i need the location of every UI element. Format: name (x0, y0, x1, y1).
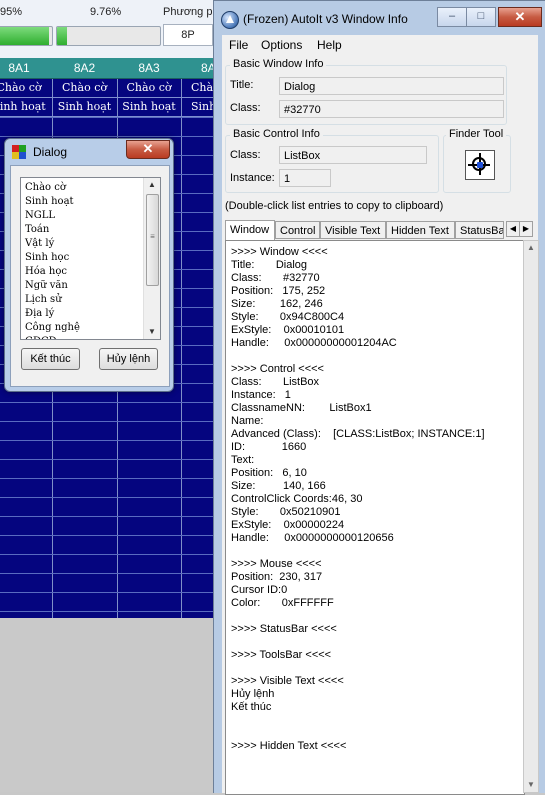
crosshair-target-icon[interactable] (465, 150, 495, 180)
class-label: Class: (230, 102, 261, 114)
subject-listbox[interactable]: Chào cờ Sinh hoạt NGLL Toán Vật lý Sinh học Hó… (20, 177, 161, 340)
progress-percent-2: 9.76% (90, 6, 122, 18)
scroll-down-icon[interactable]: ▼ (144, 325, 160, 339)
progress-percent-1: 95% (0, 6, 23, 18)
control-class-label: Class: (230, 149, 261, 161)
scroll-down-icon[interactable]: ▼ (524, 778, 538, 792)
cancel-button[interactable]: Hủy lệnh (99, 348, 158, 370)
autoit-window-info[interactable]: (Frozen) AutoIt v3 Window Info – □ ✕ Fil… (213, 0, 545, 795)
list-item[interactable]: Lịch sử (25, 293, 62, 307)
column-header[interactable]: 8A1 (0, 58, 52, 79)
basic-control-info-group: Basic Control Info Class: ListBox Instan… (225, 128, 439, 193)
tab-strip: Window Control Visible Text Hidden Text … (225, 220, 535, 240)
timetable-cell[interactable]: Sinh hoạt (117, 98, 181, 117)
grid-row-line (0, 516, 220, 517)
period-field[interactable]: 8P (163, 24, 213, 46)
class-value-field[interactable]: #32770 (279, 100, 504, 118)
tab-window[interactable]: Window (225, 220, 275, 240)
grid-row-line (0, 535, 220, 536)
progress-fill-2 (57, 27, 68, 45)
menu-file[interactable]: File (229, 38, 248, 52)
list-item[interactable]: Vật lý (25, 237, 54, 251)
list-item[interactable]: Hóa học (25, 265, 67, 279)
grid-row-line (0, 592, 220, 593)
basic-window-info-group: Basic Window Info Title: Dialog Class: #… (225, 58, 507, 125)
timetable-cell[interactable]: Chào cờ (52, 79, 117, 98)
control-class-field[interactable]: ListBox (279, 146, 427, 164)
list-item[interactable]: Địa lý (25, 307, 54, 321)
group-label: Basic Window Info (230, 58, 327, 70)
list-item[interactable]: Toán (25, 223, 49, 237)
list-item[interactable]: Chào cờ (25, 181, 66, 195)
timetable-cell[interactable]: Chào cờ (117, 79, 181, 98)
listbox-scrollbar[interactable]: ▲ ≡ ▼ (143, 178, 160, 339)
title-value-field[interactable]: Dialog (279, 77, 504, 95)
progress-fill-1 (0, 27, 50, 45)
tab-scroll-right-icon[interactable]: ▶ (519, 221, 533, 237)
grid-row-line (0, 554, 220, 555)
grid-row-line (0, 459, 220, 460)
list-item[interactable]: Sinh học (25, 251, 69, 265)
colored-squares-icon (12, 145, 26, 159)
grid-row-line (0, 478, 220, 479)
details-text-area[interactable]: >>>> Window <<<< Title: Dialog Class: #3… (225, 240, 525, 795)
group-label: Basic Control Info (230, 128, 323, 140)
close-button[interactable]: ✕ (498, 7, 542, 27)
tab-statusbar[interactable]: StatusBa (455, 221, 504, 239)
grid-row-line (0, 402, 220, 403)
grid-row-line (0, 573, 220, 574)
grid-row-line (0, 611, 220, 612)
list-item[interactable]: GDCD (25, 335, 57, 339)
instance-field[interactable]: 1 (279, 169, 331, 187)
title-label: Title: (230, 79, 254, 91)
scroll-up-icon[interactable]: ▲ (144, 178, 160, 192)
scroll-thumb[interactable]: ≡ (146, 194, 159, 286)
menu-help[interactable]: Help (317, 38, 342, 52)
tab-scroll-left-icon[interactable]: ◀ (506, 221, 520, 237)
grid-row-line (0, 421, 220, 422)
autoit-titlebar[interactable]: (Frozen) AutoIt v3 Window Info – □ ✕ (214, 1, 545, 35)
column-header[interactable]: 8A2 (52, 58, 117, 79)
tab-visible-text[interactable]: Visible Text (320, 221, 386, 239)
details-text[interactable]: >>>> Window <<<< Title: Dialog Class: #3… (231, 246, 485, 753)
copy-hint: (Double-click list entries to copy to cl… (225, 200, 444, 212)
maximize-button[interactable]: □ (466, 7, 496, 27)
tab-control[interactable]: Control (275, 221, 320, 239)
list-item[interactable]: NGLL (25, 209, 55, 223)
progress-bar-1 (0, 26, 53, 46)
minimize-button[interactable]: – (437, 7, 467, 27)
details-scrollbar[interactable]: ▲ ▼ (523, 240, 539, 793)
dialog-close-button[interactable]: ✕ (126, 140, 170, 159)
grid-row-line (0, 497, 220, 498)
autoit-title: (Frozen) AutoIt v3 Window Info (243, 12, 408, 26)
timetable-cell[interactable]: Sinh hoạt (52, 98, 117, 117)
finish-button[interactable]: Kết thúc (21, 348, 80, 370)
progress-bar-2 (56, 26, 161, 46)
timetable-cell[interactable]: Chào cờ (0, 79, 52, 98)
grid-row-line (0, 117, 220, 118)
dialog-client-area: Chào cờ Sinh hoạt NGLL Toán Vật lý Sinh học Hó… (10, 165, 170, 387)
tab-hidden-text[interactable]: Hidden Text (386, 221, 455, 239)
dialog-title: Dialog (33, 145, 68, 159)
instance-label: Instance: (230, 172, 275, 184)
list-item[interactable]: Công nghệ (25, 321, 80, 335)
autoit-logo-icon (221, 11, 239, 29)
menu-bar: File Options Help (222, 35, 538, 55)
list-item[interactable]: Ngữ văn (25, 279, 68, 293)
menu-options[interactable]: Options (261, 38, 302, 52)
method-label: Phương ph (163, 6, 219, 18)
group-label: Finder Tool (446, 128, 507, 140)
autoit-client-area: File Options Help Basic Window Info Titl… (222, 35, 539, 795)
column-header[interactable]: 8A3 (117, 58, 181, 79)
list-item[interactable]: Sinh hoạt (25, 195, 74, 209)
dialog-window[interactable]: Dialog ✕ Chào cờ Sinh hoạt NGLL Toán Vật lý S… (4, 138, 174, 392)
scroll-up-icon[interactable]: ▲ (524, 241, 538, 255)
grid-row-line (0, 136, 220, 137)
dialog-titlebar[interactable]: Dialog ✕ (5, 139, 173, 165)
grid-row-line (0, 440, 220, 441)
finder-tool-group: Finder Tool (443, 128, 511, 193)
timetable-cell[interactable]: Sinh hoạt (0, 98, 52, 117)
